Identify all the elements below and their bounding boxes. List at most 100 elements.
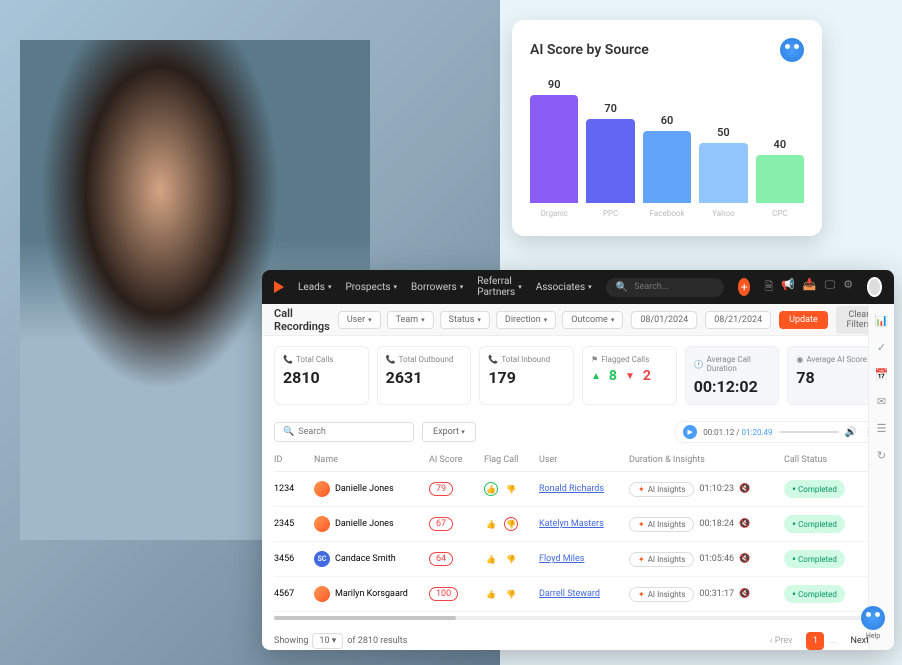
user-link[interactable]: Katelyn Masters [539,519,604,529]
thumbs-up-icon[interactable]: 👍 [484,482,498,496]
ai-insights-button[interactable]: AI Insights [629,552,694,567]
nav-item[interactable]: Borrowers ▾ [411,276,463,298]
stat-total-calls: 📞Total Calls 2810 [274,346,369,405]
table-row: 4567 Marilyn Korsgaard 100 👍 👎 Darrell St… [274,577,882,612]
ai-score-pill: 79 [429,482,453,496]
check-icon[interactable]: ✓ [877,341,886,354]
stats-row: 📞Total Calls 2810 📞Total Outbound 2631 📞… [262,336,894,415]
speaker-icon[interactable]: 🔇 [739,484,750,494]
phone-in-icon: 📞 [488,355,498,364]
calendar-icon[interactable]: 📅 [875,368,889,381]
export-button[interactable]: Export ▾ [422,422,476,442]
user-link[interactable]: Ronald Richards [539,484,604,494]
pagination: Showing 10 ▾ of 2810 results ‹ Prev 1 … … [262,624,894,650]
ai-insights-button[interactable]: AI Insights [629,482,694,497]
speaker-icon[interactable]: 🔇 [739,519,750,529]
ai-insights-button[interactable]: AI Insights [629,517,694,532]
nav-item[interactable]: Referral Partners ▾ [477,276,522,298]
ai-insights-button[interactable]: AI Insights [629,587,694,602]
play-button[interactable]: ▶ [683,425,697,439]
doc-icon[interactable]: 🗎 [764,278,773,297]
audio-progress[interactable] [779,431,839,433]
monitor-icon[interactable]: 🖵 [825,278,836,297]
speaker-icon[interactable]: 🔇 [739,589,750,599]
gear-icon[interactable]: ⚙ [843,278,853,297]
table-search[interactable]: 🔍 [274,422,414,442]
chevron-down-icon: ▾ [588,283,592,291]
thumbs-up-icon[interactable]: 👍 [484,517,498,531]
page-number[interactable]: 1 [806,632,824,650]
table-header: ID Name AI Score Flag Call User Duration… [274,449,882,472]
horizontal-scrollbar[interactable] [274,616,882,620]
thumbs-down-icon[interactable]: 👎 [504,552,518,566]
volume-icon[interactable]: 🔊 [845,427,857,438]
refresh-icon[interactable]: ↻ [877,449,886,462]
update-button[interactable]: Update [779,311,828,329]
user-link[interactable]: Darrell Steward [539,589,600,599]
ai-score-pill: 67 [429,517,453,531]
gauge-icon: ◉ [796,355,803,364]
chevron-down-icon: ▾ [461,428,465,436]
row-name: Marilyn Korsgaard [314,586,429,602]
ai-score-chart-card: AI Score by Source 90 Organic 70 PPC 60 … [512,20,822,236]
row-id: 4567 [274,589,314,599]
bot-icon [861,606,885,630]
status-badge: Completed [784,515,845,533]
status-badge: Completed [784,480,845,498]
add-button[interactable]: + [738,278,750,296]
speaker-icon[interactable]: 🔇 [739,554,750,564]
chevron-down-icon: ▾ [611,316,615,324]
filter-team[interactable]: Team ▾ [387,311,434,329]
calls-table: ID Name AI Score Flag Call User Duration… [262,449,894,612]
nav-item[interactable]: Associates ▾ [536,276,592,298]
audio-time: 00:01.12 / 01:20.49 [703,428,772,437]
row-name: Danielle Jones [314,516,429,532]
table-row: 3456 SCCandace Smith 64 👍👎 Floyd Miles A… [274,542,882,577]
table-search-input[interactable] [298,427,405,437]
thumbs-up-icon[interactable]: 👍 [484,552,498,566]
date-from-filter[interactable]: 08/01/2024 [631,311,697,329]
megaphone-icon[interactable]: 📢 [781,278,795,297]
inbox-icon[interactable]: 📥 [803,278,817,297]
filter-direction[interactable]: Direction ▾ [496,311,556,329]
user-link[interactable]: Floyd Miles [539,554,584,564]
status-badge: Completed [784,585,845,603]
duration-text: 00:18:24 [699,519,734,529]
logo-icon [274,281,284,293]
nav-item[interactable]: Leads ▾ [298,276,331,298]
chart-bar: 70 PPC [586,102,634,218]
nav-item[interactable]: Prospects ▾ [345,276,397,298]
chevron-down-icon: ▾ [460,283,464,291]
thumbs-down-icon[interactable]: 👎 [504,517,518,531]
stat-flagged: ⚑Flagged Calls ▲8 ▼2 [582,346,677,405]
avatar [314,586,330,602]
avatar [314,481,330,497]
row-id: 2345 [274,519,314,529]
chart-bar: 50 Yahoo [699,126,747,218]
help-widget[interactable]: Help [860,606,886,640]
main-nav: Leads ▾ Prospects ▾ Borrowers ▾ Referral Pa… [298,276,592,298]
thumbs-down-icon[interactable]: 👎 [504,482,518,496]
filter-user[interactable]: User ▾ [338,311,381,329]
stat-avg-duration: 🕐Average Call Duration 00:12:02 [685,346,780,405]
stat-inbound: 📞Total Inbound 179 [479,346,574,405]
thumbs-up-icon[interactable]: 👍 [484,587,498,601]
chevron-down-icon: ▾ [421,316,425,324]
page-size-select[interactable]: 10 ▾ [312,633,343,649]
filter-bar: Call Recordings User ▾Team ▾Status ▾Dire… [262,304,894,336]
table-row: 2345 Danielle Jones 67 👍 👎 Katelyn Master… [274,507,882,542]
prev-button[interactable]: ‹ Prev [762,633,801,649]
date-to-filter[interactable]: 08/21/2024 [705,311,771,329]
ai-score-pill: 100 [429,587,458,601]
global-search[interactable]: 🔍 [606,278,724,297]
mail-icon[interactable]: ✉ [877,395,886,408]
thumbs-down-icon[interactable]: 👎 [504,587,518,601]
chart-icon[interactable]: 📊 [875,314,889,327]
flag-icon: ⚑ [591,355,598,364]
search-input[interactable] [634,282,714,292]
filter-status[interactable]: Status ▾ [440,311,490,329]
row-name: SCCandace Smith [314,551,429,567]
list-icon[interactable]: ☰ [877,422,887,435]
filter-outcome[interactable]: Outcome ▾ [562,311,623,329]
user-avatar[interactable] [867,277,882,297]
